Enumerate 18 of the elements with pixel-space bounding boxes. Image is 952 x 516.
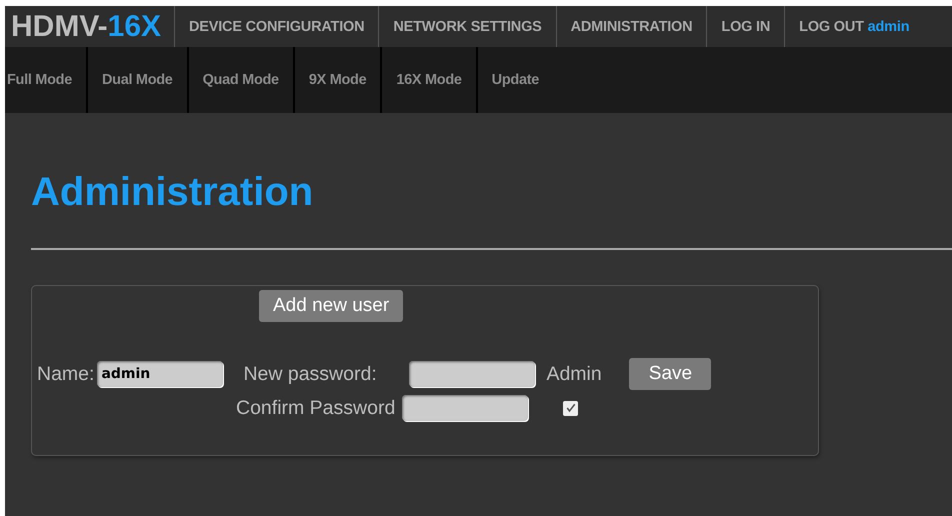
- role-label: Admin: [546, 362, 603, 386]
- role-checkbox[interactable]: [563, 400, 578, 416]
- name-field[interactable]: admin: [97, 361, 224, 387]
- mode-tab[interactable]: Quad Mode: [188, 47, 295, 113]
- page-heading: Administration: [31, 169, 314, 215]
- mode-tab[interactable]: 9X Mode: [294, 47, 382, 113]
- new-password-field[interactable]: [409, 361, 536, 387]
- confirm-password-label: Confirm Password: [236, 396, 396, 420]
- nav-link[interactable]: LOG OUT admin: [785, 6, 924, 47]
- mode-tab[interactable]: Dual Mode: [88, 47, 189, 113]
- new-password-label: New password:: [243, 362, 378, 386]
- mode-tab[interactable]: Full Mode: [5, 47, 88, 113]
- name-label: Name:: [37, 362, 94, 386]
- mode-tab[interactable]: Update: [478, 47, 553, 113]
- mode-tab[interactable]: 16X Mode: [382, 47, 478, 113]
- save-button[interactable]: Save: [629, 358, 712, 390]
- add-user-button[interactable]: Add new user: [259, 290, 404, 322]
- confirm-password-field[interactable]: [402, 395, 528, 421]
